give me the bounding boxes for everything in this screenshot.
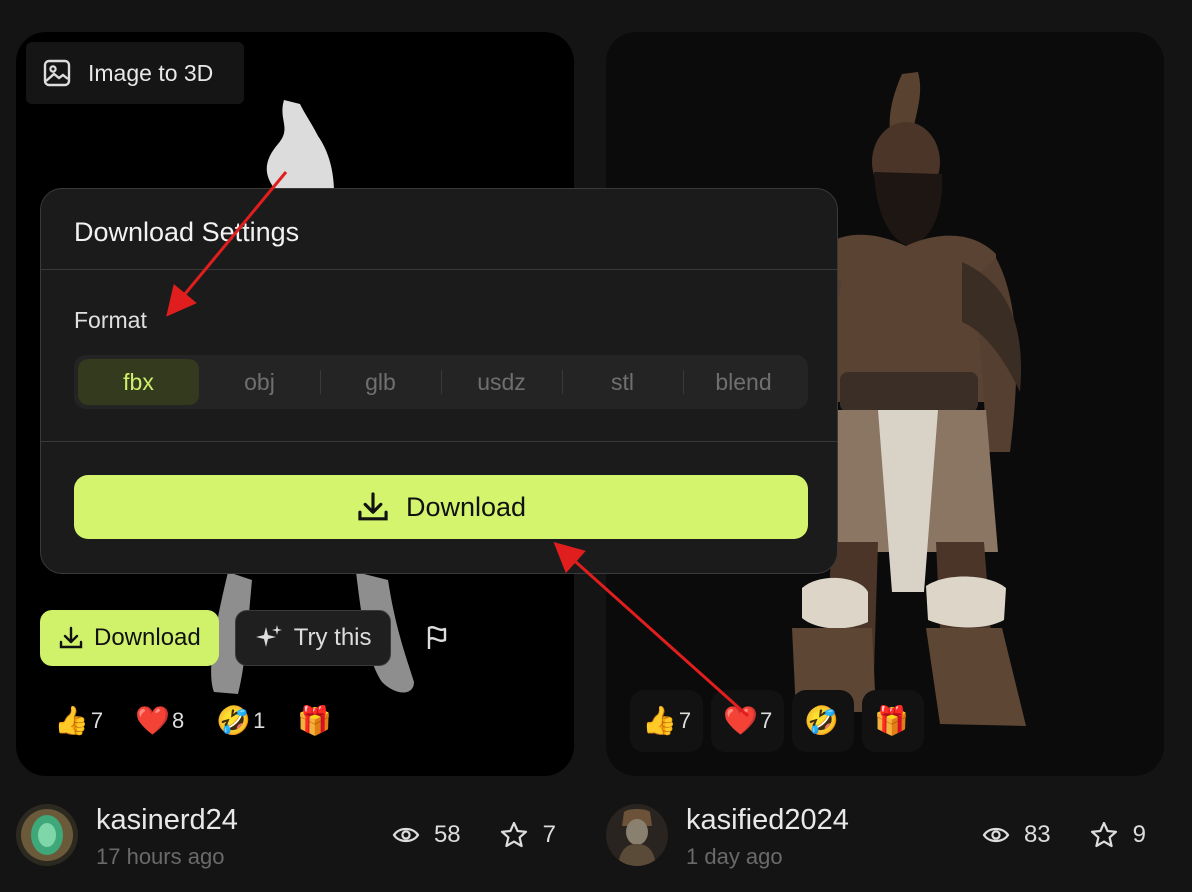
format-option-fbx[interactable]: fbx	[78, 359, 199, 405]
card-stats: 83 9	[954, 820, 1146, 850]
thumbs-up-icon: 👍	[54, 705, 89, 736]
reaction-count: 8	[172, 708, 185, 733]
format-option-stl[interactable]: stl	[562, 359, 683, 405]
reaction-heart[interactable]: ❤️ 7	[711, 690, 785, 752]
avatar[interactable]	[606, 804, 668, 866]
avatar[interactable]	[16, 804, 78, 866]
divider	[41, 269, 837, 270]
card-stats: 58 7	[364, 820, 556, 850]
report-flag-button[interactable]	[417, 618, 457, 658]
views-stat: 83	[982, 821, 1051, 849]
gift-icon: 🎁	[874, 705, 910, 736]
views-count: 58	[433, 821, 461, 848]
image-to-3d-badge: Image to 3D	[26, 42, 244, 104]
download-icon	[358, 492, 388, 521]
username[interactable]: kasified2024	[686, 804, 849, 837]
gift-icon: 🎁	[297, 705, 333, 736]
username[interactable]: kasinerd24	[96, 804, 238, 837]
star-icon	[500, 821, 527, 848]
badge-label: Image to 3D	[88, 59, 214, 86]
eye-icon	[982, 827, 1010, 843]
laughing-icon: 🤣	[216, 705, 252, 736]
sparkle-icon	[255, 625, 282, 647]
stars-count: 9	[1132, 821, 1146, 848]
reaction-laugh[interactable]: 🤣	[792, 690, 855, 752]
format-option-glb[interactable]: glb	[320, 359, 441, 405]
try-this-button[interactable]: Try this	[234, 610, 391, 666]
avatar-image	[606, 804, 668, 866]
heart-icon: ❤️	[135, 705, 170, 736]
image-icon	[43, 59, 71, 87]
thumbs-up-icon: 👍	[642, 705, 677, 736]
popup-download-label: Download	[405, 491, 527, 522]
heart-icon: ❤️	[723, 705, 758, 736]
eye-icon	[392, 827, 420, 843]
card-actions: Download Try this	[40, 610, 457, 666]
try-this-label: Try this	[293, 624, 372, 651]
divider	[41, 441, 837, 442]
reactions-row: 👍 7 ❤️ 7 🤣 🎁	[630, 690, 925, 752]
post-time: 17 hours ago	[96, 844, 225, 869]
views-count: 83	[1023, 821, 1051, 848]
format-option-blend[interactable]: blend	[683, 359, 804, 405]
reaction-thumbs-up[interactable]: 👍 7	[630, 690, 704, 752]
reaction-count: 7	[90, 708, 104, 733]
views-stat: 58	[392, 821, 461, 849]
format-option-obj[interactable]: obj	[199, 359, 320, 405]
popup-download-button[interactable]: Download	[74, 475, 808, 539]
reaction-heart[interactable]: ❤️ 8	[127, 690, 192, 752]
popup-title: Download Settings	[74, 217, 300, 247]
card-footer-right: kasified2024 1 day ago 83 9	[606, 800, 1164, 870]
reaction-laugh[interactable]: 🤣 1	[208, 690, 273, 752]
reaction-gift[interactable]: 🎁	[862, 690, 925, 752]
format-selector: fbx obj glb usdz stl blend	[74, 355, 808, 409]
card-download-label: Download	[94, 624, 201, 651]
star-icon	[1090, 821, 1117, 848]
stars-stat[interactable]: 7	[499, 820, 556, 850]
card-footer-left: kasinerd24 17 hours ago 58 7	[16, 800, 574, 870]
reaction-thumbs-up[interactable]: 👍 7	[46, 690, 111, 752]
avatar-image	[16, 804, 78, 866]
card-download-button[interactable]: Download	[40, 610, 219, 666]
post-time: 1 day ago	[686, 844, 783, 869]
flag-icon	[427, 626, 446, 649]
format-option-usdz[interactable]: usdz	[441, 359, 562, 405]
download-settings-popup: Download Settings Format fbx obj glb usd…	[40, 188, 838, 574]
reaction-count: 1	[253, 708, 266, 733]
stars-stat[interactable]: 9	[1089, 820, 1146, 850]
reaction-count: 7	[760, 708, 773, 733]
reaction-gift[interactable]: 🎁	[289, 690, 351, 752]
format-label: Format	[74, 307, 147, 333]
reaction-count: 7	[678, 708, 692, 733]
reactions-row: 👍 7 ❤️ 8 🤣 1 🎁	[46, 690, 351, 752]
download-icon	[59, 626, 83, 649]
laughing-icon: 🤣	[804, 705, 840, 736]
stars-count: 7	[542, 821, 556, 848]
